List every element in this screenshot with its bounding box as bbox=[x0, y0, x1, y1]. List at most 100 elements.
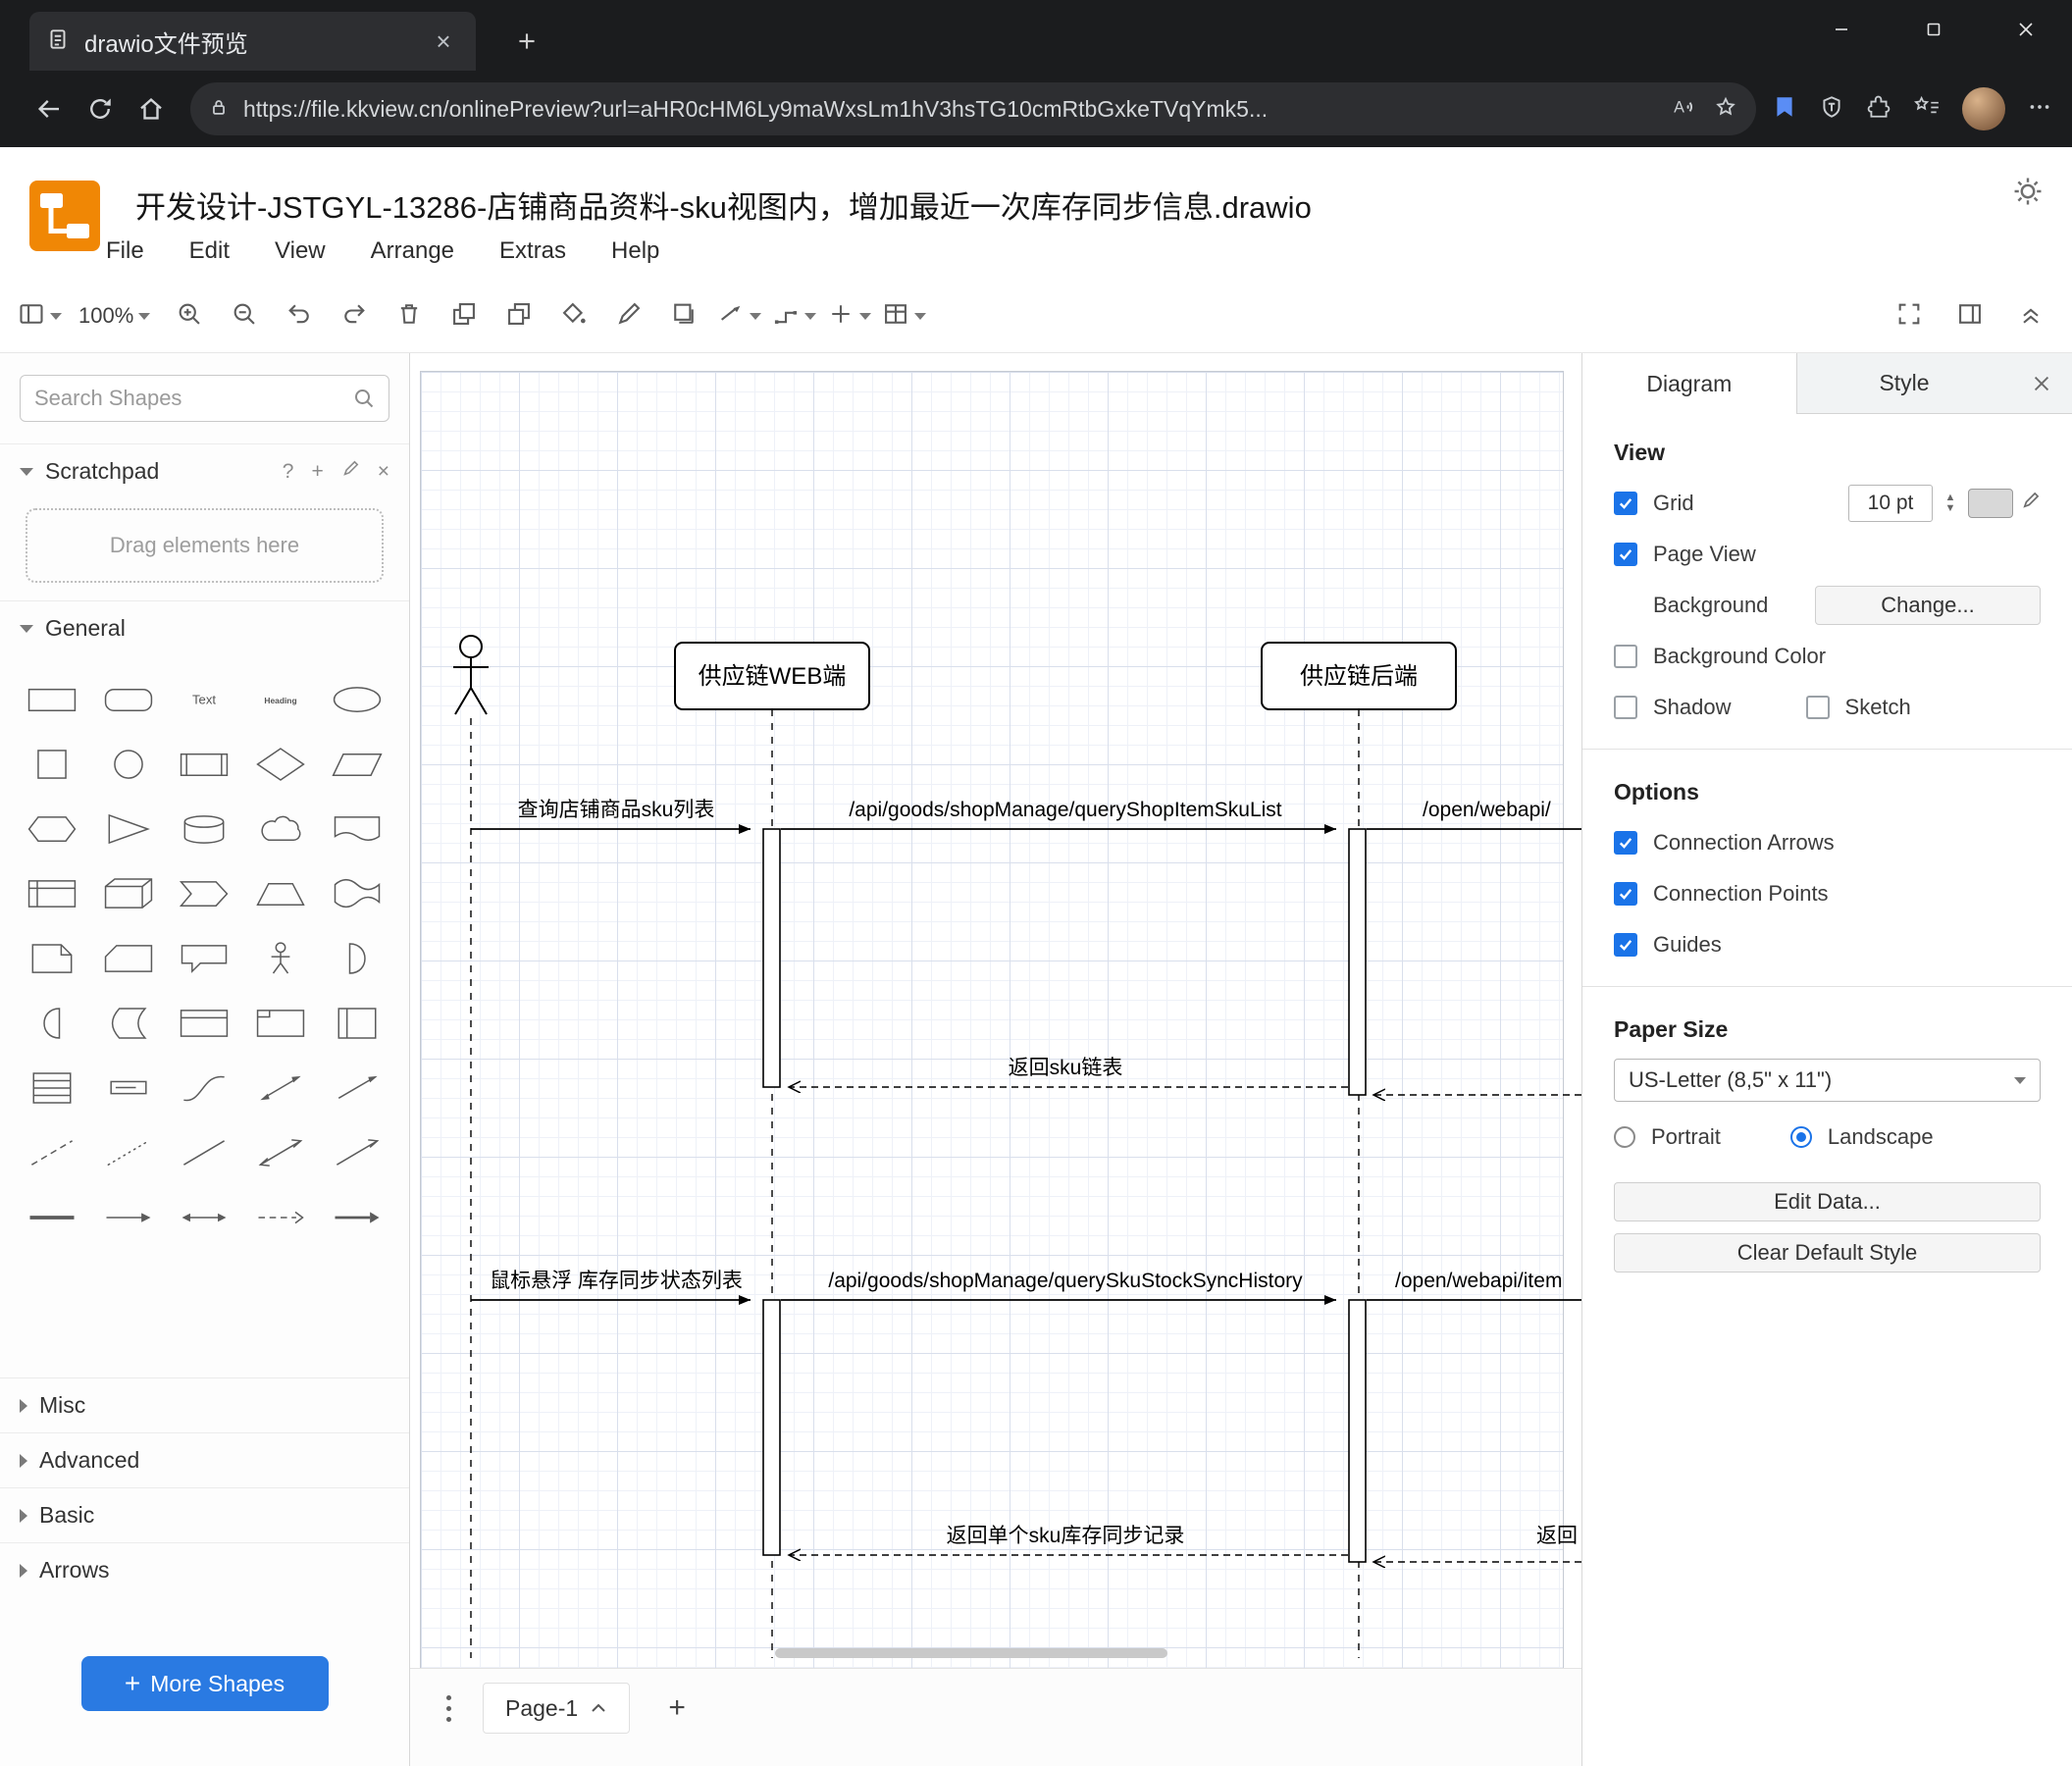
participant-backend-box[interactable]: 供应链后端 bbox=[1261, 642, 1457, 710]
sidebar-view-button[interactable] bbox=[16, 292, 63, 339]
actor-figure[interactable] bbox=[453, 635, 489, 715]
browser-tab[interactable]: drawio文件预览 × bbox=[29, 12, 476, 71]
shape-curve[interactable] bbox=[167, 1056, 243, 1120]
theme-toggle-icon[interactable] bbox=[2011, 175, 2045, 213]
portrait-radio[interactable] bbox=[1614, 1126, 1635, 1148]
connection-button[interactable] bbox=[715, 292, 762, 339]
search-icon[interactable] bbox=[352, 387, 376, 415]
connection-points-checkbox[interactable] bbox=[1614, 882, 1637, 906]
page-tab[interactable]: Page-1 bbox=[483, 1683, 631, 1734]
home-icon[interactable] bbox=[126, 83, 177, 134]
scratchpad-section-header[interactable]: Scratchpad ? + × bbox=[0, 443, 409, 498]
line-color-button[interactable] bbox=[605, 292, 652, 339]
favorite-star-icon[interactable] bbox=[1713, 94, 1738, 125]
scratchpad-dropzone[interactable]: Drag elements here bbox=[26, 508, 384, 583]
address-bar[interactable]: https://file.kkview.cn/onlinePreview?url… bbox=[190, 82, 1756, 135]
background-color-checkbox[interactable] bbox=[1614, 645, 1637, 668]
fill-color-button[interactable] bbox=[550, 292, 597, 339]
shape-hexagon[interactable] bbox=[14, 797, 90, 861]
shape-cube[interactable] bbox=[90, 861, 167, 926]
table-button[interactable] bbox=[880, 292, 927, 339]
menu-help[interactable]: Help bbox=[607, 235, 663, 267]
bookmark-blue-icon[interactable] bbox=[1772, 94, 1797, 125]
menu-extras[interactable]: Extras bbox=[495, 235, 570, 267]
activation-bar[interactable] bbox=[1348, 828, 1367, 1096]
shape-parallelogram[interactable] bbox=[319, 732, 395, 797]
general-section-header[interactable]: General bbox=[0, 600, 409, 655]
format-panel-button[interactable] bbox=[1946, 293, 1994, 340]
shape-cloud[interactable] bbox=[242, 797, 319, 861]
favorites-bar-icon[interactable] bbox=[1913, 94, 1941, 125]
zoom-in-button[interactable] bbox=[166, 292, 213, 339]
arrows-section-header[interactable]: Arrows bbox=[0, 1542, 409, 1597]
shape-dashed-arrow[interactable] bbox=[242, 1185, 319, 1250]
shape-cylinder[interactable] bbox=[167, 797, 243, 861]
shape-note[interactable] bbox=[14, 926, 90, 991]
shape-container[interactable] bbox=[167, 991, 243, 1056]
paper-size-select[interactable]: US-Letter (8,5" x 11") bbox=[1614, 1059, 2041, 1102]
shape-card[interactable] bbox=[90, 926, 167, 991]
page-view-checkbox[interactable] bbox=[1614, 543, 1637, 566]
shape-directional-connector[interactable] bbox=[319, 1120, 395, 1185]
activation-bar[interactable] bbox=[762, 1299, 781, 1556]
shape-triangle[interactable] bbox=[90, 797, 167, 861]
basic-section-header[interactable]: Basic bbox=[0, 1487, 409, 1542]
misc-section-header[interactable]: Misc bbox=[0, 1377, 409, 1432]
sketch-checkbox[interactable] bbox=[1805, 696, 1830, 719]
grid-size-input[interactable] bbox=[1848, 485, 1933, 522]
menu-arrange[interactable]: Arrange bbox=[367, 235, 458, 267]
grid-color-swatch[interactable] bbox=[1968, 489, 2013, 518]
shape-process[interactable] bbox=[167, 732, 243, 797]
maximize-icon[interactable] bbox=[1888, 0, 1980, 59]
minimize-icon[interactable] bbox=[1795, 0, 1888, 59]
add-page-button[interactable]: + bbox=[653, 1683, 700, 1734]
scratchpad-edit-icon[interactable] bbox=[341, 459, 360, 484]
change-background-button[interactable]: Change... bbox=[1815, 586, 2041, 625]
more-menu-icon[interactable] bbox=[2027, 94, 2052, 125]
shape-step[interactable] bbox=[167, 861, 243, 926]
shape-or[interactable] bbox=[319, 926, 395, 991]
waypoints-button[interactable] bbox=[770, 292, 817, 339]
shape-square[interactable] bbox=[14, 732, 90, 797]
to-back-button[interactable] bbox=[495, 292, 543, 339]
shape-heading[interactable]: Heading bbox=[242, 667, 319, 732]
redo-button[interactable] bbox=[331, 292, 378, 339]
close-tab-icon[interactable]: × bbox=[427, 25, 460, 58]
grid-color-edit-icon[interactable] bbox=[2021, 491, 2041, 516]
zoom-level-dropdown[interactable]: 100% bbox=[71, 292, 158, 339]
menu-edit[interactable]: Edit bbox=[185, 235, 233, 267]
advanced-section-header[interactable]: Advanced bbox=[0, 1432, 409, 1487]
shape-horizontal-arrow[interactable] bbox=[90, 1185, 167, 1250]
undo-button[interactable] bbox=[276, 292, 323, 339]
shape-callout[interactable] bbox=[167, 926, 243, 991]
grid-checkbox[interactable] bbox=[1614, 492, 1637, 515]
collapse-button[interactable] bbox=[2007, 293, 2054, 340]
shape-vertical-container[interactable] bbox=[319, 991, 395, 1056]
delete-button[interactable] bbox=[386, 292, 433, 339]
shadow-button[interactable] bbox=[660, 292, 707, 339]
shape-ellipse[interactable] bbox=[319, 667, 395, 732]
shape-rounded-rectangle[interactable] bbox=[90, 667, 167, 732]
shape-divider[interactable] bbox=[14, 1185, 90, 1250]
connection-arrows-checkbox[interactable] bbox=[1614, 831, 1637, 855]
scratchpad-close-icon[interactable]: × bbox=[378, 460, 389, 484]
shape-double-arrow[interactable] bbox=[167, 1185, 243, 1250]
zoom-out-button[interactable] bbox=[221, 292, 268, 339]
shape-bidirectional-arrow[interactable] bbox=[242, 1056, 319, 1120]
scratchpad-help-icon[interactable]: ? bbox=[283, 460, 294, 484]
scratchpad-add-icon[interactable]: + bbox=[311, 460, 323, 484]
close-window-icon[interactable] bbox=[1980, 0, 2072, 59]
clear-default-style-button[interactable]: Clear Default Style bbox=[1614, 1233, 2041, 1273]
shape-list[interactable] bbox=[14, 1056, 90, 1120]
shape-arrow[interactable] bbox=[319, 1056, 395, 1120]
shape-rectangle[interactable] bbox=[14, 667, 90, 732]
edit-data-button[interactable]: Edit Data... bbox=[1614, 1182, 2041, 1221]
shape-text[interactable]: Text bbox=[167, 667, 243, 732]
fullscreen-button[interactable] bbox=[1886, 293, 1933, 340]
shape-list-item[interactable] bbox=[90, 1056, 167, 1120]
shape-document[interactable] bbox=[319, 797, 395, 861]
search-shapes-input[interactable] bbox=[20, 375, 389, 422]
new-tab-button[interactable] bbox=[505, 24, 548, 59]
grid-size-stepper[interactable]: ▲ ▼ bbox=[1941, 485, 1960, 522]
shape-filled-edge[interactable] bbox=[319, 1185, 395, 1250]
